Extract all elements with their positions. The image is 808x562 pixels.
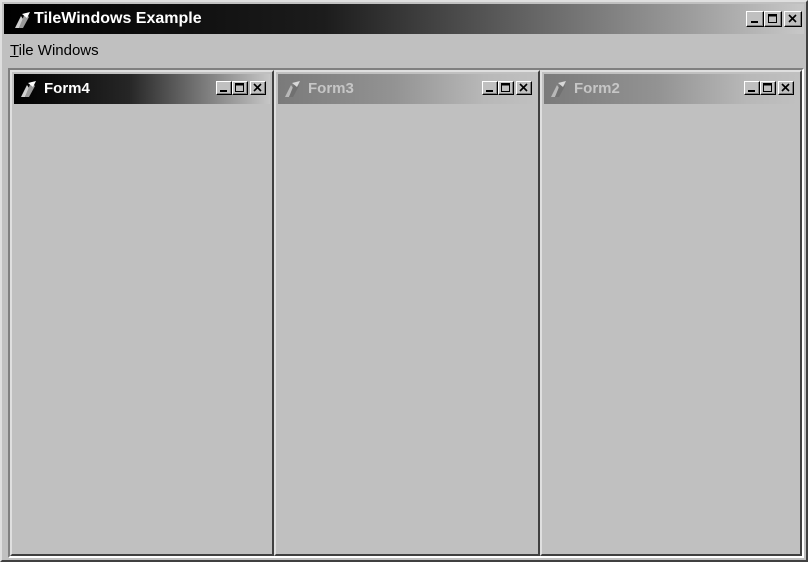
close-button[interactable] — [778, 81, 794, 95]
minimize-icon — [486, 90, 493, 92]
maximize-button[interactable] — [760, 81, 776, 95]
close-icon — [253, 83, 262, 92]
child-window-controls — [482, 81, 532, 95]
child-title: Form2 — [574, 80, 620, 97]
close-button[interactable] — [250, 81, 266, 95]
close-button[interactable] — [516, 81, 532, 95]
maximize-icon — [768, 14, 777, 23]
form-icon — [21, 81, 36, 97]
maximize-button[interactable] — [764, 11, 782, 27]
main-window: TileWindows Example Tile Windows Form4 F… — [0, 0, 808, 562]
form-icon — [285, 81, 300, 97]
menu-tile-windows[interactable]: Tile Windows — [10, 42, 99, 60]
menu-label: ile Windows — [18, 42, 99, 59]
minimize-icon — [751, 21, 758, 23]
maximize-button[interactable] — [498, 81, 514, 95]
maximize-icon — [763, 83, 772, 92]
minimize-icon — [220, 90, 227, 92]
app-icon — [15, 12, 30, 28]
minimize-icon — [748, 90, 755, 92]
form-icon — [551, 81, 566, 97]
minimize-button[interactable] — [216, 81, 232, 95]
window-title: TileWindows Example — [34, 10, 202, 27]
close-button[interactable] — [784, 11, 802, 27]
maximize-button[interactable] — [232, 81, 248, 95]
child-window-controls — [744, 81, 794, 95]
minimize-button[interactable] — [744, 81, 760, 95]
child-title: Form3 — [308, 80, 354, 97]
menu-bar: Tile Windows — [4, 38, 804, 64]
minimize-button[interactable] — [746, 11, 764, 27]
minimize-button[interactable] — [482, 81, 498, 95]
child-window-form3[interactable]: Form3 — [274, 70, 540, 556]
child-title-bar[interactable]: Form4 — [14, 74, 270, 104]
child-title-bar[interactable]: Form3 — [278, 74, 536, 104]
child-window-form2[interactable]: Form2 — [540, 70, 802, 556]
mdi-client-area: Form4 Form3 Form2 — [8, 68, 804, 558]
child-title: Form4 — [44, 80, 90, 97]
child-title-bar[interactable]: Form2 — [544, 74, 798, 104]
close-icon — [788, 14, 797, 23]
close-icon — [519, 83, 528, 92]
close-icon — [781, 83, 790, 92]
maximize-icon — [235, 83, 244, 92]
maximize-icon — [501, 83, 510, 92]
child-window-form4[interactable]: Form4 — [10, 70, 274, 556]
child-window-controls — [216, 81, 266, 95]
main-title-bar[interactable]: TileWindows Example — [4, 4, 804, 34]
menu-accelerator: T — [10, 42, 19, 59]
window-controls — [746, 11, 802, 27]
